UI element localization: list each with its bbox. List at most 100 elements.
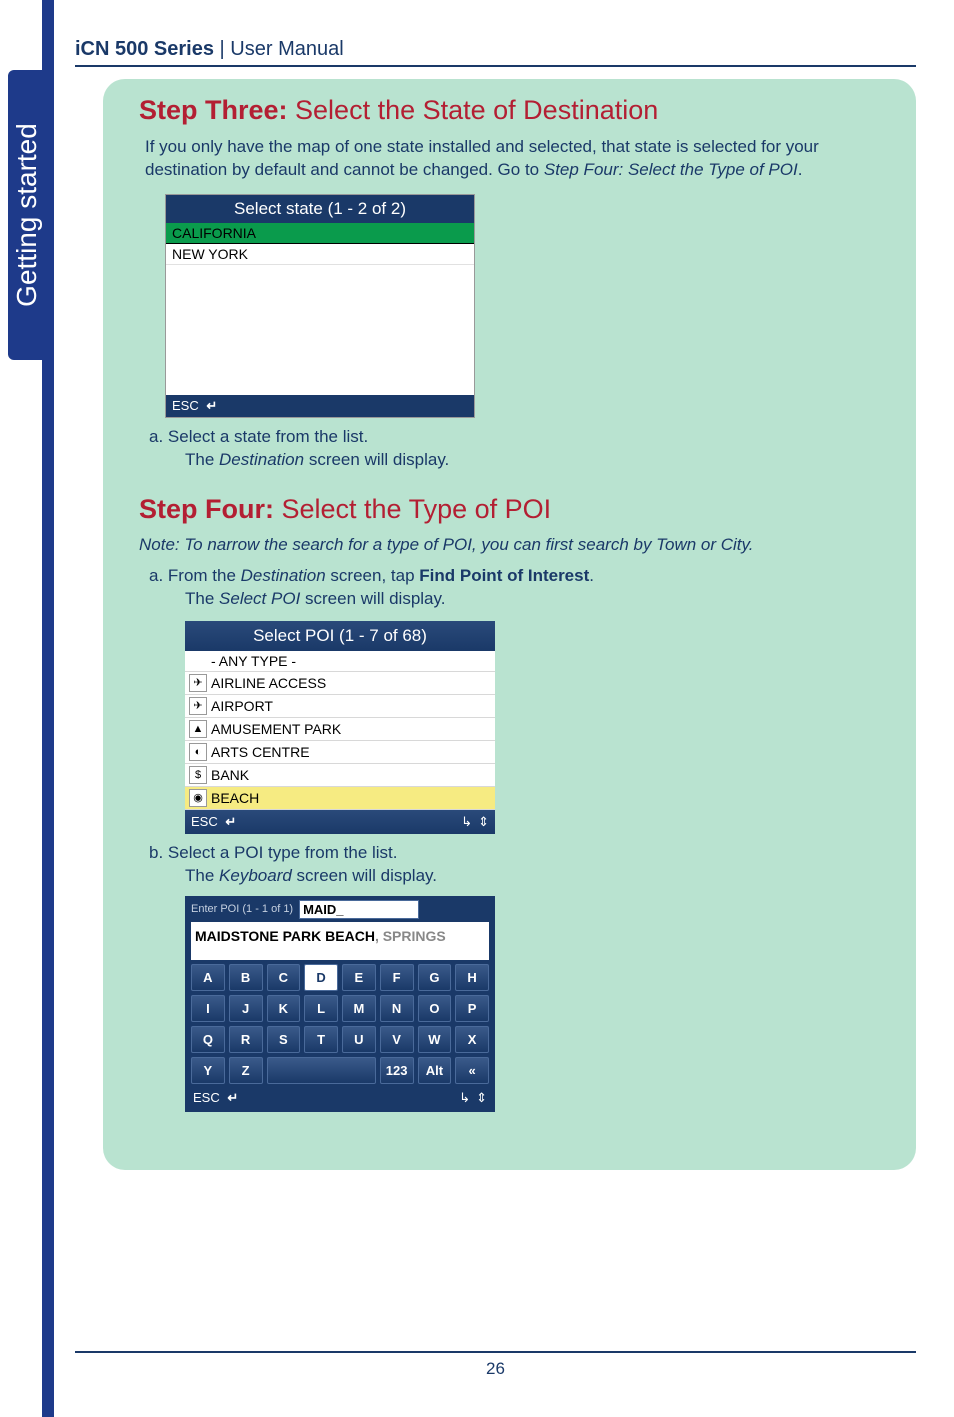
key-v[interactable]: V — [380, 1026, 414, 1053]
screen2-footer: ESC ↳ ⇕ — [185, 810, 495, 834]
key-t[interactable]: T — [304, 1026, 338, 1053]
scroll-icon[interactable]: ⇕ — [478, 814, 489, 830]
scroll-icon[interactable]: ⇕ — [476, 1090, 487, 1106]
step3-intro-em: Step Four: Select the Type of POI — [544, 160, 798, 179]
key-n[interactable]: N — [380, 995, 414, 1022]
step3-intro-end: . — [798, 160, 803, 179]
poi-row[interactable]: ◐ ARTS CENTRE — [185, 741, 495, 764]
kb-top-label: Enter POI (1 - 1 of 1) — [191, 903, 293, 915]
poi-label: BANK — [211, 767, 249, 783]
enter-icon — [221, 814, 236, 829]
step4-sub-b-desc: The Keyboard screen will display. — [167, 865, 890, 888]
t: The — [185, 589, 219, 608]
poi-row[interactable]: ✈ AIRPORT — [185, 695, 495, 718]
poi-row[interactable]: - ANY TYPE - — [185, 651, 495, 672]
key-j[interactable]: J — [229, 995, 263, 1022]
step3-label: Step Three: — [139, 95, 288, 125]
key-f[interactable]: F — [380, 964, 414, 991]
poi-row[interactable]: $ BANK — [185, 764, 495, 787]
kb-footer: ESC ↳ ⇕ — [191, 1084, 489, 1108]
t: Select POI — [219, 589, 300, 608]
key-d[interactable]: D — [304, 964, 338, 991]
step3-intro: If you only have the map of one state in… — [139, 136, 890, 182]
kb-result-grey: , SPRINGS — [375, 928, 446, 944]
page-number: 26 — [486, 1359, 505, 1378]
keyboard-screen: Enter POI (1 - 1 of 1) MAIDSTONE PARK BE… — [185, 896, 495, 1112]
kb-result-bold: MAIDSTONE PARK BEACH — [195, 928, 375, 944]
sidebar-tab-label: Getting started — [11, 123, 43, 307]
airplane-icon: ✈ — [189, 697, 207, 715]
state-row-newyork[interactable]: NEW YORK — [166, 244, 474, 265]
kb-esc[interactable]: ESC — [193, 1090, 238, 1106]
step3-sub-a-text: a. Select a state from the list. — [149, 427, 368, 446]
forward-icon[interactable]: ↳ — [461, 814, 472, 830]
screen1-esc[interactable]: ESC — [172, 398, 217, 414]
step3-title: Step Three: Select the State of Destinat… — [139, 95, 890, 126]
poi-label: AMUSEMENT PARK — [211, 721, 341, 737]
poi-row[interactable]: ▲ AMUSEMENT PARK — [185, 718, 495, 741]
key-k[interactable]: K — [267, 995, 301, 1022]
key-m[interactable]: M — [342, 995, 376, 1022]
kb-esc-label: ESC — [193, 1090, 220, 1105]
t: screen, tap — [326, 566, 420, 585]
arts-icon: ◐ — [189, 743, 207, 761]
kb-keys: A B C D E F G H I J K L M N O P Q R S T — [191, 964, 489, 1084]
key-a[interactable]: A — [191, 964, 225, 991]
key-123[interactable]: 123 — [380, 1057, 414, 1084]
poi-row[interactable]: ✈ AIRLINE ACCESS — [185, 672, 495, 695]
poi-row-selected[interactable]: ◉ BEACH — [185, 787, 495, 810]
key-h[interactable]: H — [455, 964, 489, 991]
screen2-right-icons: ↳ ⇕ — [461, 814, 489, 830]
screen2-title: Select POI (1 - 7 of 68) — [185, 621, 495, 651]
page-header: iCN 500 Series | User Manual — [75, 38, 916, 67]
forward-icon[interactable]: ↳ — [459, 1090, 470, 1106]
step4-sub-b: b. Select a POI type from the list. The … — [139, 842, 890, 888]
key-u[interactable]: U — [342, 1026, 376, 1053]
poi-label: BEACH — [211, 790, 259, 806]
key-r[interactable]: R — [229, 1026, 263, 1053]
t: a. From the — [149, 566, 241, 585]
t: Find Point of Interest — [419, 566, 589, 585]
screen1-blank — [166, 265, 474, 395]
kb-result[interactable]: MAIDSTONE PARK BEACH, SPRINGS — [191, 922, 489, 960]
key-g[interactable]: G — [418, 964, 452, 991]
step4-label: Step Four: — [139, 494, 274, 524]
screen2-esc[interactable]: ESC — [191, 814, 236, 830]
t: . — [589, 566, 594, 585]
t: b. Select a POI type from the list. — [149, 843, 398, 862]
step3-sub-a-desc: The Destination screen will display. — [167, 449, 890, 472]
poi-label: ARTS CENTRE — [211, 744, 310, 760]
step4-title: Step Four: Select the Type of POI — [139, 494, 890, 525]
t: The — [185, 866, 219, 885]
key-s[interactable]: S — [267, 1026, 301, 1053]
kb-top: Enter POI (1 - 1 of 1) — [191, 900, 489, 919]
doc-name: User Manual — [230, 38, 343, 60]
state-row-california[interactable]: CALIFORNIA — [166, 223, 474, 244]
key-o[interactable]: O — [418, 995, 452, 1022]
key-alt[interactable]: Alt — [418, 1057, 452, 1084]
key-q[interactable]: Q — [191, 1026, 225, 1053]
key-c[interactable]: C — [267, 964, 301, 991]
key-b[interactable]: B — [229, 964, 263, 991]
instruction-card: Step Three: Select the State of Destinat… — [103, 79, 916, 1170]
key-space[interactable] — [267, 1057, 376, 1084]
sidebar-tab: Getting started — [8, 70, 46, 360]
amusement-icon: ▲ — [189, 720, 207, 738]
kb-input[interactable] — [299, 900, 419, 919]
poi-label: AIRLINE ACCESS — [211, 675, 326, 691]
key-backspace[interactable]: « — [455, 1057, 489, 1084]
key-i[interactable]: I — [191, 995, 225, 1022]
key-y[interactable]: Y — [191, 1057, 225, 1084]
key-z[interactable]: Z — [229, 1057, 263, 1084]
step3-sub-a: a. Select a state from the list. The Des… — [139, 426, 890, 472]
key-l[interactable]: L — [304, 995, 338, 1022]
select-poi-screen: Select POI (1 - 7 of 68) - ANY TYPE - ✈ … — [185, 621, 495, 834]
key-p[interactable]: P — [455, 995, 489, 1022]
t: screen will display. — [304, 450, 449, 469]
step4-name: Select the Type of POI — [274, 494, 551, 524]
key-w[interactable]: W — [418, 1026, 452, 1053]
t: Destination — [241, 566, 326, 585]
kb-right-icons: ↳ ⇕ — [459, 1090, 487, 1106]
key-e[interactable]: E — [342, 964, 376, 991]
key-x[interactable]: X — [455, 1026, 489, 1053]
